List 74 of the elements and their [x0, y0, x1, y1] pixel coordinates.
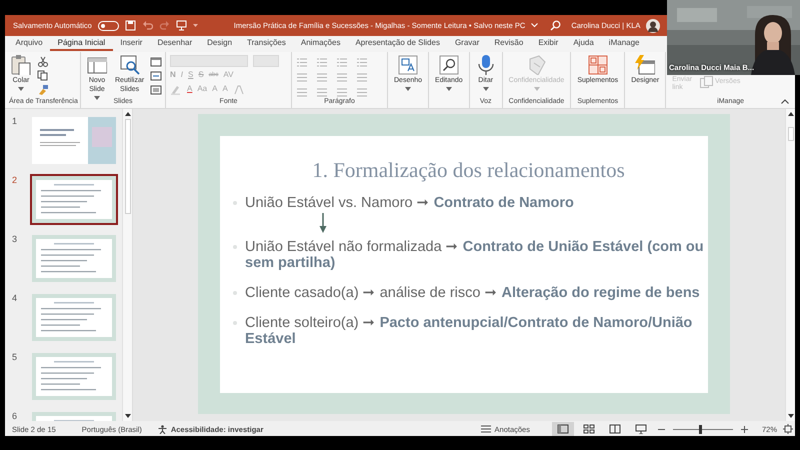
- scroll-thumb[interactable]: [788, 127, 794, 141]
- slide-thumbnail[interactable]: [30, 233, 118, 284]
- numbering-icon[interactable]: [316, 57, 328, 68]
- copy-icon[interactable]: [37, 70, 49, 81]
- documents-icon: [700, 76, 714, 88]
- ribbon-tab[interactable]: iManage: [601, 37, 647, 51]
- align-center-icon[interactable]: [316, 87, 328, 98]
- slide-thumbnail[interactable]: [30, 292, 118, 343]
- magnifier-slide-icon: [120, 55, 140, 75]
- bullet-text: União Estável vs. Namoro ➞ Contrato de Namoro: [245, 194, 574, 210]
- slide-thumbnail[interactable]: [30, 351, 118, 402]
- presentation-icon[interactable]: [176, 20, 187, 31]
- bullet-text: União Estável não formalizada ➞ Contrato de União Estável (com ou sem partilha): [245, 238, 704, 270]
- scroll-down-icon[interactable]: [786, 413, 794, 419]
- slide-number: 6: [12, 410, 18, 421]
- caret-icon[interactable]: [192, 24, 198, 27]
- scroll-down-icon[interactable]: [124, 413, 132, 419]
- scroll-up-icon[interactable]: [786, 111, 794, 117]
- align-left-icon[interactable]: [296, 87, 308, 98]
- slide-layout-icon: [87, 55, 107, 75]
- ribbon-tab[interactable]: Transições: [240, 37, 294, 51]
- collapse-ribbon-icon[interactable]: [781, 99, 789, 104]
- reading-view-icon: [608, 424, 621, 434]
- ribbon-tab[interactable]: Desenhar: [150, 37, 200, 51]
- autosave-toggle[interactable]: [98, 20, 119, 30]
- accessibility-icon: [158, 424, 167, 434]
- bullet-text: Cliente casado(a) ➞ análise de risco ➞ Alteração do regime de bens: [245, 284, 700, 300]
- slide-sorter-icon: [582, 424, 595, 434]
- zoom-in-icon[interactable]: [740, 426, 748, 432]
- grid-icon: [588, 55, 608, 75]
- scroll-thumb[interactable]: [124, 119, 130, 214]
- search-icon: [438, 55, 459, 75]
- align-right-icon[interactable]: [336, 87, 348, 98]
- ribbon-tab[interactable]: Revisão: [486, 37, 531, 51]
- ribbon-tab[interactable]: Gravar: [447, 37, 487, 51]
- bullets-icon[interactable]: [296, 57, 308, 68]
- slide-number: 2: [12, 174, 18, 185]
- search-icon[interactable]: [550, 20, 562, 31]
- scroll-up-icon[interactable]: [124, 111, 132, 117]
- slide-title: 1. Formalização dos relacionamentos: [311, 158, 626, 182]
- slide-number: 3: [12, 233, 18, 244]
- slideshow-icon: [634, 424, 647, 434]
- justify-icon[interactable]: [356, 87, 368, 98]
- slide-number: 5: [12, 351, 18, 362]
- ribbon-tab[interactable]: Exibir: [530, 37, 566, 51]
- label-tag-icon: [526, 55, 546, 75]
- normal-view-button[interactable]: [552, 422, 574, 436]
- notes-icon[interactable]: [480, 425, 491, 433]
- ribbon-tab[interactable]: Inserir: [112, 37, 150, 51]
- ribbon-tab[interactable]: Apresentação de Slides: [348, 37, 448, 51]
- font-name-field[interactable]: [170, 55, 248, 67]
- ribbon-tab[interactable]: Design: [200, 37, 240, 51]
- normal-view-icon: [556, 424, 569, 434]
- scissors-icon[interactable]: [37, 56, 49, 67]
- avatar-icon[interactable]: [646, 18, 660, 32]
- chevron-down-icon[interactable]: [531, 23, 538, 28]
- slide-number: 1: [12, 115, 18, 126]
- format-brush-icon[interactable]: [37, 84, 49, 95]
- slide-thumbnail[interactable]: [30, 115, 118, 166]
- font-size-field[interactable]: [253, 55, 279, 67]
- layout-icon[interactable]: [150, 56, 162, 67]
- save-icon[interactable]: [124, 20, 136, 31]
- ribbon-tab[interactable]: Ajuda: [566, 37, 602, 51]
- lightning-slide-icon: [635, 55, 656, 75]
- ribbon-tab[interactable]: Animações: [293, 37, 348, 51]
- fit-to-window-icon[interactable]: [783, 424, 793, 434]
- slide-number: 4: [12, 292, 18, 303]
- microphone-icon: [476, 55, 496, 75]
- ribbon-tab[interactable]: Arquivo: [8, 37, 50, 51]
- shapes-icon: [398, 55, 418, 75]
- clipboard-icon: [11, 55, 31, 75]
- bullet-text: Cliente solteiro(a) ➞ Pacto antenupcial/Contrato de Namoro/União Estável: [245, 314, 694, 346]
- undo-icon[interactable]: [142, 20, 153, 31]
- slide-thumbnail[interactable]: [30, 174, 118, 225]
